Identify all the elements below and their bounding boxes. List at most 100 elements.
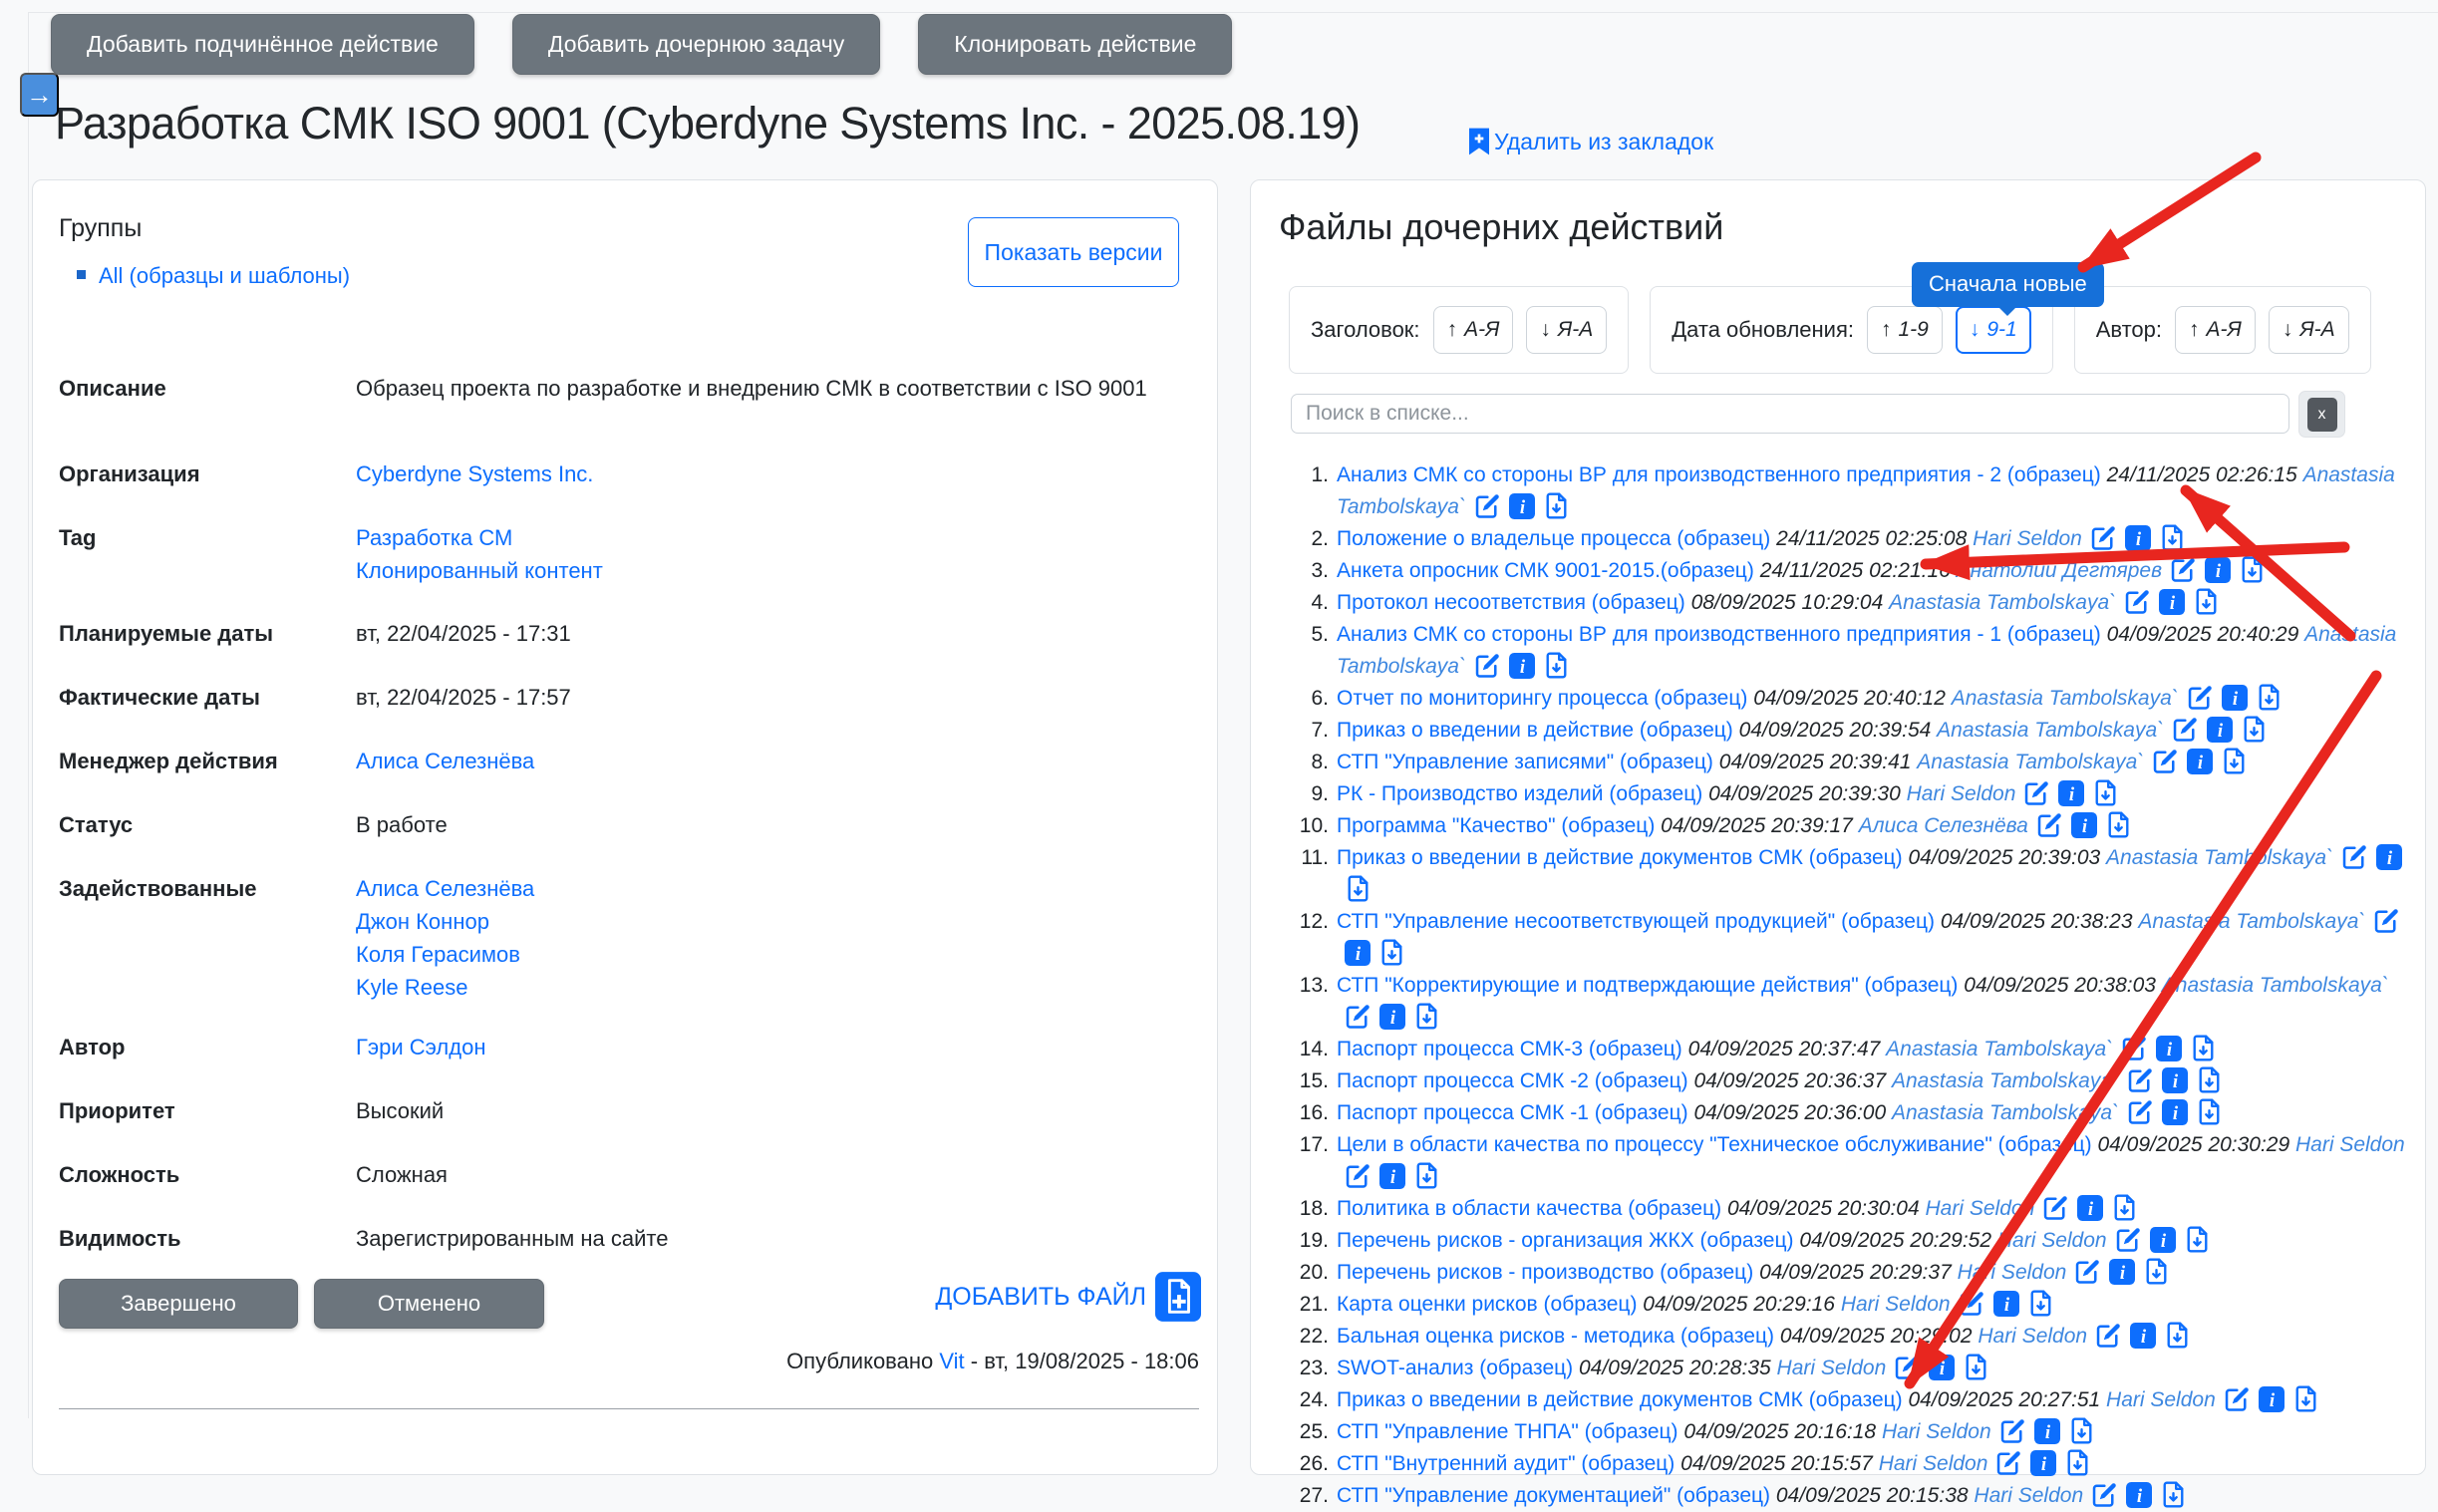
involved-user-link[interactable]: Коля Герасимов [356,938,534,971]
edit-icon[interactable] [1474,652,1501,679]
file-author-link[interactable]: Hari Seldon [2295,1133,2405,1156]
file-title-link[interactable]: Анкета опросник СМК 9001-2015.(образец) [1337,559,1754,582]
tag-link[interactable]: Клонированный контент [356,554,603,587]
download-icon[interactable] [1345,875,1371,902]
edit-icon[interactable] [2152,748,2179,774]
info-icon[interactable]: i [2125,525,2151,551]
info-icon[interactable]: i [2071,812,2097,838]
download-icon[interactable] [2105,811,2132,838]
edit-icon[interactable] [2091,1481,2118,1508]
edit-icon[interactable] [1474,492,1501,519]
file-title-link[interactable]: Паспорт процесса СМК -1 (образец) [1337,1101,1688,1124]
file-title-link[interactable]: СТП "Управление документацией" (образец) [1337,1484,1770,1507]
file-author-link[interactable]: Hari Seldon [1879,1452,1988,1475]
file-title-link[interactable]: Перечень рисков - производство (образец) [1337,1261,1753,1284]
edit-icon[interactable] [2036,811,2063,838]
cancelled-button[interactable]: Отменено [314,1279,544,1329]
download-icon[interactable] [1378,939,1405,966]
involved-user-link[interactable]: Kyle Reese [356,971,534,1004]
edit-icon[interactable] [2373,907,2400,934]
file-title-link[interactable]: СТП "Управление несоответствующей продук… [1337,910,1935,933]
sort-date-desc-button[interactable]: ↓ 9-1 [1956,306,2031,354]
edit-icon[interactable] [2341,843,2368,870]
file-author-link[interactable]: Hari Seldon [1907,782,2016,805]
info-icon[interactable]: i [1993,1291,2019,1317]
edit-icon[interactable] [2042,1194,2069,1221]
file-author-link[interactable]: Anastasia Tambolskaya` [1952,687,2179,710]
download-icon[interactable] [2143,1258,2170,1285]
file-title-link[interactable]: Карта оценки рисков (образец) [1337,1293,1637,1316]
download-icon[interactable] [2064,1449,2091,1476]
info-icon[interactable]: i [2376,844,2402,870]
info-icon[interactable]: i [2222,685,2248,711]
file-title-link[interactable]: Приказ о введении в действие документов … [1337,1388,1903,1411]
file-author-link[interactable]: Hari Seldon [2106,1388,2216,1411]
info-icon[interactable]: i [1509,493,1535,519]
manager-link[interactable]: Алиса Селезнёва [356,745,534,777]
file-author-link[interactable]: Алиса Селезнёва [1859,814,2028,837]
file-author-link[interactable]: Hari Seldon [1973,527,2082,550]
sort-title-desc-button[interactable]: ↓ Я-А [1526,306,1607,354]
edit-icon[interactable] [2121,1035,2148,1061]
search-input[interactable] [1291,394,2289,434]
download-icon[interactable] [1413,1162,1440,1189]
file-title-link[interactable]: СТП "Управление записями" (образец) [1337,751,1713,773]
info-icon[interactable]: i [2109,1259,2135,1285]
download-icon[interactable] [2193,588,2220,615]
file-author-link[interactable]: Анатолий Дегтярев [1957,559,2162,582]
sort-author-asc-button[interactable]: ↑ А-Я [2175,306,2256,354]
edit-icon[interactable] [1345,1162,1371,1189]
download-icon[interactable] [2184,1226,2211,1253]
info-icon[interactable]: i [1929,1355,1955,1380]
file-title-link[interactable]: РК - Производство изделий (образец) [1337,782,1702,805]
edit-icon[interactable] [1959,1290,1985,1317]
file-title-link[interactable]: Политика в области качества (образец) [1337,1197,1721,1220]
edit-icon[interactable] [1999,1417,2026,1444]
download-icon[interactable] [1963,1354,1989,1380]
download-icon[interactable] [2256,684,2283,711]
file-author-link[interactable]: Hari Seldon [1974,1484,2083,1507]
file-title-link[interactable]: SWOT-анализ (образец) [1337,1357,1573,1379]
show-versions-button[interactable]: Показать версии [968,217,1179,287]
clear-search-button[interactable]: x [2307,398,2337,432]
file-author-link[interactable]: Anastasia Tambolskaya` [1937,719,2164,742]
file-title-link[interactable]: Паспорт процесса СМК -2 (образец) [1337,1069,1688,1092]
file-author-link[interactable]: Hari Seldon [1926,1197,2035,1220]
file-author-link[interactable]: Hari Seldon [1978,1325,2087,1348]
edit-icon[interactable] [2115,1226,2142,1253]
edit-icon[interactable] [2170,556,2197,583]
edit-icon[interactable] [2090,524,2117,551]
download-icon[interactable] [2221,748,2248,774]
expand-sidebar-button[interactable]: → [20,73,59,117]
download-icon[interactable] [2027,1290,2054,1317]
edit-icon[interactable] [1995,1449,2022,1476]
file-title-link[interactable]: Перечень рисков - организация ЖКХ (образ… [1337,1229,1793,1252]
edit-icon[interactable] [2124,588,2151,615]
edit-icon[interactable] [2023,779,2050,806]
tag-link[interactable]: Разработка СМ [356,521,603,554]
download-icon[interactable] [2292,1385,2319,1412]
info-icon[interactable]: i [2162,1099,2188,1125]
file-title-link[interactable]: СТП "Внутренний аудит" (образец) [1337,1452,1675,1475]
download-icon[interactable] [2111,1194,2138,1221]
file-author-link[interactable]: Anastasia Tambolskaya` [1889,591,2116,614]
author-link[interactable]: Гэри Сэлдон [356,1031,485,1063]
file-title-link[interactable]: СТП "Корректирующие и подтверждающие дей… [1337,974,1958,997]
info-icon[interactable]: i [2159,589,2185,615]
file-title-link[interactable]: Положение о владельце процесса (образец) [1337,527,1770,550]
info-icon[interactable]: i [2030,1450,2056,1476]
download-icon[interactable] [2190,1035,2217,1061]
download-icon[interactable] [2160,1481,2187,1508]
file-title-link[interactable]: Приказ о введении в действие документов … [1337,846,1903,869]
involved-user-link[interactable]: Джон Коннор [356,905,534,938]
file-title-link[interactable]: Цели в области качества по процессу "Тех… [1337,1133,2092,1156]
file-author-link[interactable]: Anastasia Tambolskaya` [2162,974,2389,997]
download-icon[interactable] [1543,492,1570,519]
file-author-link[interactable]: Anastasia Tambolskaya` [1892,1069,2119,1092]
edit-icon[interactable] [2224,1385,2251,1412]
published-author-link[interactable]: Vit [939,1349,964,1373]
done-button[interactable]: Завершено [59,1279,298,1329]
info-icon[interactable]: i [2207,717,2233,743]
file-author-link[interactable]: Hari Seldon [1777,1357,1887,1379]
file-author-link[interactable]: Hari Seldon [1958,1261,2067,1284]
